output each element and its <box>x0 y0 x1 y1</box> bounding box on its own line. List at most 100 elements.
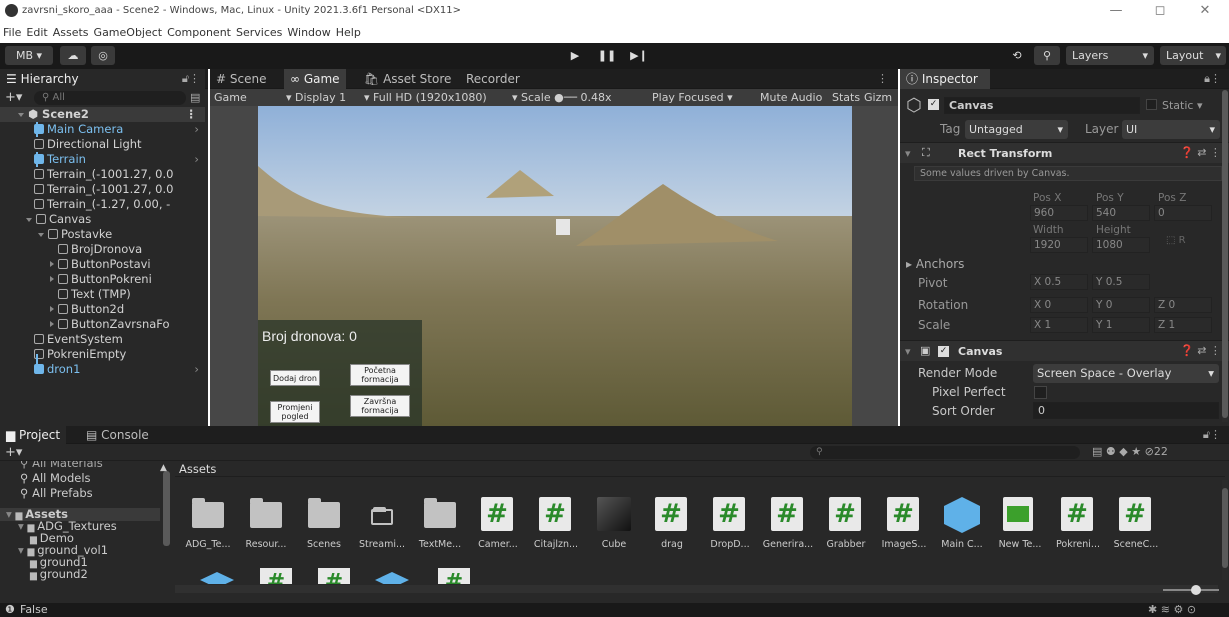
hierarchy-item[interactable]: dron1 › <box>0 362 205 377</box>
blueprint-raw-buttons[interactable]: ⬚ R <box>1166 235 1214 253</box>
scale-control[interactable]: ▾ Scale ●── 0.48x <box>512 91 612 104</box>
hierarchy-item[interactable]: ButtonPostavi <box>0 257 205 272</box>
asset-item[interactable]: # Grabber <box>816 497 876 572</box>
project-search-input[interactable]: ⚲ <box>810 446 1080 459</box>
menu-services[interactable]: Services <box>233 22 284 39</box>
posy-field[interactable]: 540 <box>1092 205 1150 221</box>
hierarchy-item[interactable]: Postavke <box>0 227 205 242</box>
asset-item[interactable]: Scenes <box>294 497 354 572</box>
create-asset-button[interactable]: +▾ <box>5 445 22 460</box>
blueprint-icon[interactable]: ⬚ <box>1166 235 1175 246</box>
change-view-button[interactable]: Promjeni pogled <box>270 401 320 423</box>
canvas-component-header[interactable]: ▾ ▣ ✓ Canvas ❓ ⇄ ⋮ <box>900 340 1229 361</box>
component-menu-icon[interactable]: ❓ ⇄ ⋮ <box>1180 344 1221 357</box>
scrollbar-thumb[interactable] <box>1222 488 1228 568</box>
display-dropdown[interactable]: ▾ Display 1 <box>286 91 346 104</box>
pause-button[interactable]: ❚❚ <box>592 46 622 65</box>
check-icon[interactable]: ⊙ <box>1187 603 1196 616</box>
asset-item[interactable]: New Te... <box>990 497 1050 572</box>
asset-item[interactable]: # Citajlzn... <box>526 497 586 572</box>
object-name-field[interactable]: Canvas <box>944 97 1140 114</box>
add-object-button[interactable]: +▾ <box>5 90 22 105</box>
assets-hscroll[interactable] <box>175 585 1218 593</box>
menu-component[interactable]: Component <box>164 22 233 39</box>
asset-item[interactable]: # drag <box>642 497 702 572</box>
active-checkbox[interactable]: ✓ <box>928 99 939 110</box>
search-filter-icon[interactable]: ▤ <box>190 91 200 104</box>
expand-arrow-icon[interactable] <box>26 218 32 222</box>
lock-icon[interactable]: 🔓︎⋮ <box>1203 428 1221 442</box>
hierarchy-item[interactable]: Terrain_(-1.27, 0.00, - <box>0 197 205 212</box>
menu-help[interactable]: Help <box>333 22 363 39</box>
scale-z-field[interactable]: Z 1 <box>1154 317 1212 333</box>
hierarchy-item[interactable]: BrojDronova <box>0 242 205 257</box>
folder-tree-item[interactable]: ▆ ground2 <box>30 568 172 582</box>
height-field[interactable]: 1080 <box>1092 237 1150 253</box>
posz-field[interactable]: 0 <box>1154 205 1212 221</box>
tab-console[interactable]: ▤ Console <box>80 426 155 444</box>
hierarchy-item[interactable]: Terrain › <box>0 152 205 167</box>
cache-icon[interactable]: ⚙ <box>1173 603 1183 616</box>
slider-thumb[interactable] <box>1191 585 1201 595</box>
step-button[interactable]: ▶❙ <box>624 46 654 65</box>
hidden-packages-icon[interactable]: ⊘ <box>1145 445 1154 458</box>
script-icon[interactable]: # <box>260 568 292 584</box>
favorite-all-prefabs[interactable]: ⚲ All Prefabs <box>20 486 93 500</box>
collapse-icon[interactable]: ▾ <box>905 147 911 160</box>
collapse-icon[interactable]: ▾ <box>905 345 911 358</box>
stats-toggle[interactable]: Stats <box>832 91 860 104</box>
component-menu-icon[interactable]: ❓ ⇄ ⋮ <box>1180 146 1221 159</box>
menu-window[interactable]: Window <box>284 22 332 39</box>
status-icons[interactable]: ✱ ≋ ⚙ ⊙ <box>1148 603 1196 616</box>
raw-edit-icon[interactable]: R <box>1179 235 1186 246</box>
tab-asset-store[interactable]: 🛍︎ Asset Store <box>358 69 457 89</box>
static-dropdown[interactable]: Static ▾ <box>1162 99 1202 112</box>
scene-menu-icon[interactable]: ⋮ <box>186 107 198 122</box>
prefab-icon[interactable] <box>200 572 234 584</box>
expand-arrow-icon[interactable] <box>50 261 54 267</box>
scene-row[interactable]: ⬢ Scene2 ⋮ <box>0 107 205 122</box>
favorite-star-icon[interactable]: ★ <box>1131 445 1141 458</box>
hierarchy-item[interactable]: Text (TMP) <box>0 287 205 302</box>
scrollbar-thumb[interactable] <box>1222 90 1228 418</box>
filter-label-icon[interactable]: ◆ <box>1119 445 1127 458</box>
asset-item[interactable]: # Pokreni... <box>1048 497 1108 572</box>
expand-arrow-icon[interactable] <box>38 233 44 237</box>
tree-scrollbar[interactable] <box>163 471 170 546</box>
rect-transform-header[interactable]: ▾ ⛶ Rect Transform ❓ ⇄ ⋮ <box>900 142 1229 163</box>
collapse-icon[interactable]: ▲ <box>160 463 167 473</box>
save-search-icon[interactable]: ▤ <box>1092 445 1102 458</box>
tab-inspector[interactable]: ⓘ Inspector <box>900 69 990 89</box>
expand-arrow-icon[interactable] <box>50 321 54 327</box>
tab-project[interactable]: ▆ Project <box>0 426 67 444</box>
hierarchy-item[interactable]: Terrain_(-1001.27, 0.0 <box>0 182 205 197</box>
menu-assets[interactable]: Assets <box>50 22 91 39</box>
menu-file[interactable]: File <box>0 22 23 39</box>
prefab-open-icon[interactable]: › <box>194 122 199 137</box>
game-viewport[interactable]: Broj dronova: 0 Dodaj dron Početna forma… <box>258 106 852 426</box>
status-message[interactable]: False <box>20 603 48 616</box>
view-dropdown[interactable]: Game <box>214 91 247 104</box>
hierarchy-item[interactable]: ButtonZavrsnaFo <box>0 317 205 332</box>
expand-arrow-icon[interactable] <box>18 113 24 117</box>
posx-field[interactable]: 960 <box>1030 205 1088 221</box>
layer-dropdown[interactable]: UI ▾ <box>1122 120 1220 139</box>
tab-recorder[interactable]: Recorder <box>460 69 526 89</box>
project-filter-icons[interactable]: ▤ ⚉ ◆ ★ ⊘22 <box>1092 445 1168 458</box>
hierarchy-item[interactable]: Terrain_(-1001.27, 0.0 <box>0 167 205 182</box>
inspector-scrollbar[interactable] <box>1222 90 1228 422</box>
hierarchy-item[interactable]: PokreniEmpty <box>0 347 205 362</box>
static-checkbox[interactable] <box>1146 99 1157 110</box>
account-button[interactable]: MB ▾ <box>5 46 53 65</box>
asset-item[interactable]: # ImageS... <box>874 497 934 572</box>
asset-item[interactable]: Streami... <box>352 497 412 572</box>
mute-audio-toggle[interactable]: Mute Audio <box>760 91 822 104</box>
script-icon[interactable]: # <box>438 568 470 584</box>
hierarchy-item[interactable]: Main Camera › <box>0 122 205 137</box>
pivot-y-field[interactable]: Y 0.5 <box>1092 274 1150 290</box>
minimize-button[interactable]: — <box>1096 1 1136 21</box>
asset-item[interactable]: # DropD... <box>700 497 760 572</box>
cloud-icon[interactable]: ☁ <box>60 46 86 65</box>
expand-arrow-icon[interactable] <box>50 306 54 312</box>
hierarchy-item[interactable]: EventSystem <box>0 332 205 347</box>
